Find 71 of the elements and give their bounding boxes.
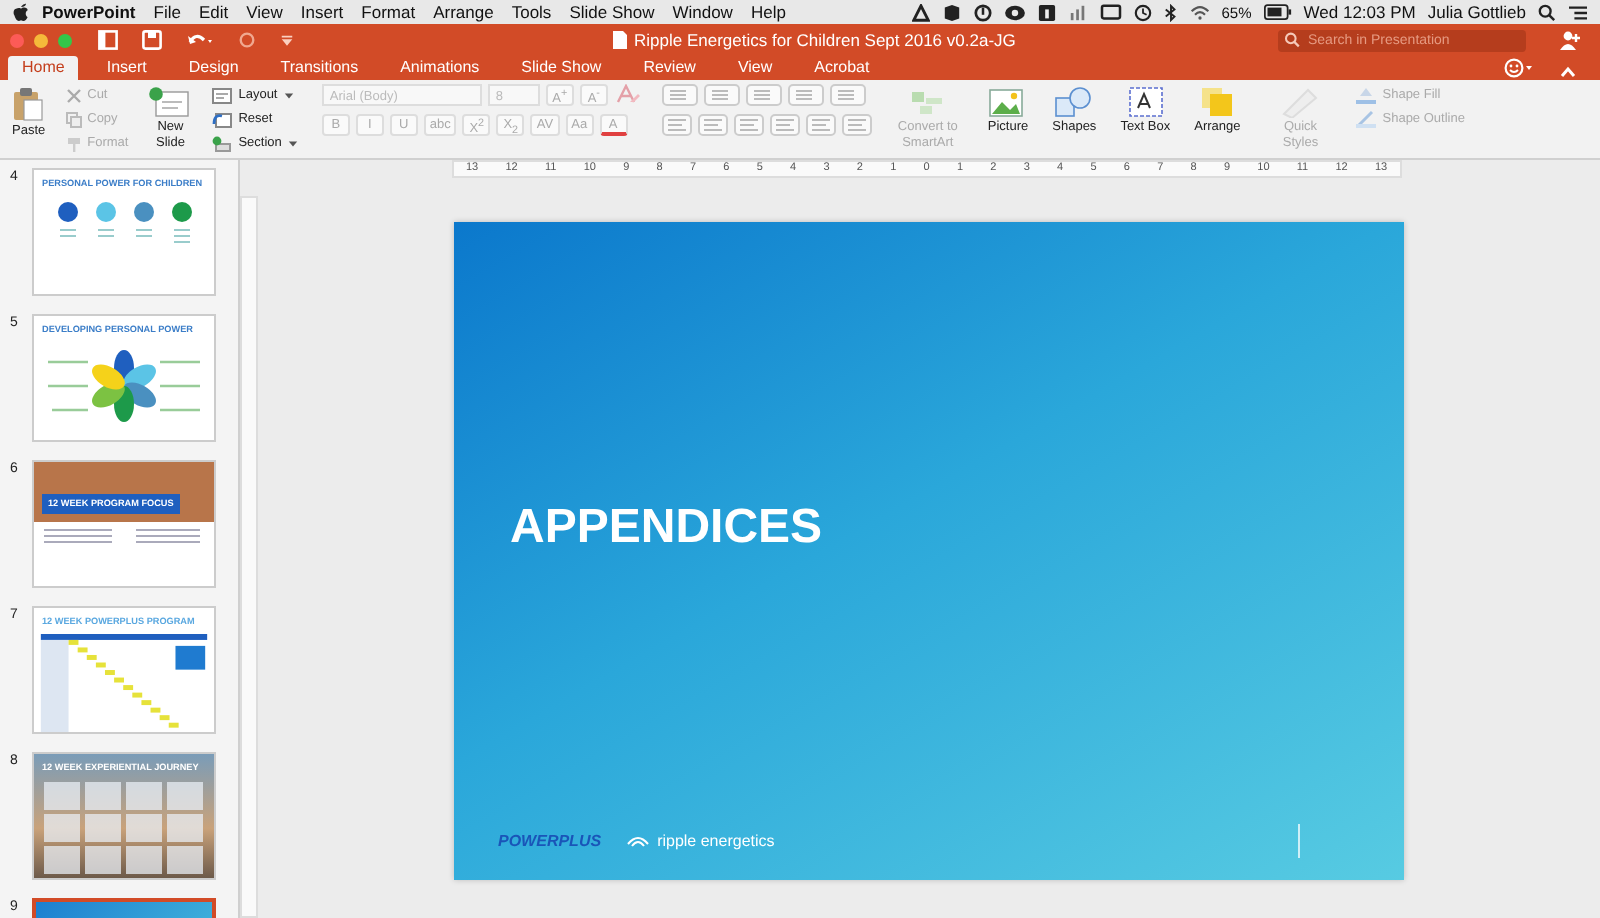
menu-item[interactable]: Slide Show — [569, 2, 655, 22]
eye-icon[interactable] — [1003, 3, 1026, 21]
text-box-icon — [1125, 86, 1166, 118]
triangle-icon[interactable] — [911, 3, 930, 21]
layout-icon — [212, 87, 233, 103]
bars-icon[interactable] — [1067, 3, 1088, 21]
display-icon[interactable] — [1099, 3, 1122, 21]
menu-item[interactable]: Tools — [511, 2, 552, 22]
brush-icon — [65, 135, 82, 151]
slide-title: APPENDICES — [510, 500, 825, 556]
brand-logo: POWERPLUS — [498, 831, 602, 849]
app-menu[interactable]: PowerPoint — [42, 2, 136, 22]
battery-icon[interactable] — [1263, 4, 1292, 20]
menu-item[interactable]: View — [246, 2, 283, 22]
section-icon — [212, 135, 233, 151]
menu-item[interactable]: Edit — [198, 2, 229, 22]
undo-icon[interactable] — [186, 30, 214, 50]
apple-icon[interactable] — [12, 2, 30, 22]
scissors-icon — [65, 87, 82, 103]
menu-item[interactable]: Window — [672, 2, 733, 22]
user-name[interactable]: Julia Gottlieb — [1427, 2, 1526, 22]
window-title: Ripple Energetics for Children Sept 2016 v0.2a-JG — [634, 30, 1016, 50]
new-slide-icon — [148, 86, 193, 118]
clock[interactable]: Wed 12:03 PM — [1303, 2, 1416, 22]
menu-item[interactable]: Help — [750, 2, 786, 22]
sidebar-icon[interactable] — [98, 30, 118, 50]
ribbon-tab[interactable]: Slide Show — [507, 56, 616, 80]
save-icon[interactable] — [142, 30, 162, 50]
document-icon — [612, 30, 628, 50]
paint-bucket-icon — [1356, 86, 1377, 104]
caret-icon — [287, 139, 298, 147]
caret-icon — [283, 91, 294, 99]
clear-formatting-icon[interactable] — [613, 84, 642, 106]
redo-icon[interactable] — [238, 30, 256, 50]
menu-item[interactable]: File — [153, 2, 181, 22]
wifi-icon[interactable] — [1189, 3, 1210, 21]
clock-icon[interactable] — [1133, 3, 1152, 21]
slide-canvas[interactable]: APPENDICES POWERPLUS ripple energetics — [454, 222, 1404, 880]
search-icon[interactable] — [1538, 3, 1556, 21]
list-icon[interactable] — [1568, 3, 1588, 21]
reset-icon — [212, 111, 233, 127]
ribbon-tab[interactable]: Animations — [386, 56, 494, 80]
ribbon-tab[interactable]: Acrobat — [800, 56, 884, 80]
ribbon-tab[interactable]: Design — [174, 56, 253, 80]
clipboard-icon — [12, 86, 45, 122]
caret-icon[interactable] — [280, 30, 294, 50]
ribbon-tab[interactable]: Transitions — [266, 56, 373, 80]
menu-item[interactable]: Arrange — [433, 2, 494, 22]
power-icon[interactable] — [973, 3, 992, 21]
ribbon-tab[interactable]: Review — [629, 56, 710, 80]
chevron-up-icon[interactable] — [1560, 66, 1576, 78]
menu-item[interactable]: Format — [361, 2, 416, 22]
ripple-logo-icon — [625, 832, 650, 848]
add-person-icon[interactable] — [1558, 30, 1582, 50]
zoom-button[interactable] — [58, 33, 72, 47]
ribbon-tab[interactable]: View — [723, 56, 787, 80]
shapes-icon — [1054, 86, 1095, 118]
company-logo: ripple energetics — [657, 831, 775, 849]
menu-item[interactable]: Insert — [300, 2, 344, 22]
pen-icon — [1356, 110, 1377, 128]
ribbon-tab[interactable]: Insert — [92, 56, 161, 80]
bluetooth-icon[interactable] — [1163, 3, 1178, 21]
square-icon[interactable] — [1037, 3, 1056, 21]
arrange-icon — [1197, 86, 1238, 118]
search-icon — [1284, 32, 1304, 48]
ribbon-tab[interactable]: Home — [8, 56, 79, 80]
smiley-icon[interactable] — [1504, 58, 1534, 78]
minimize-button[interactable] — [34, 33, 48, 47]
picture-icon — [988, 86, 1029, 118]
smartart-icon — [907, 86, 948, 118]
copy-icon — [65, 111, 82, 127]
